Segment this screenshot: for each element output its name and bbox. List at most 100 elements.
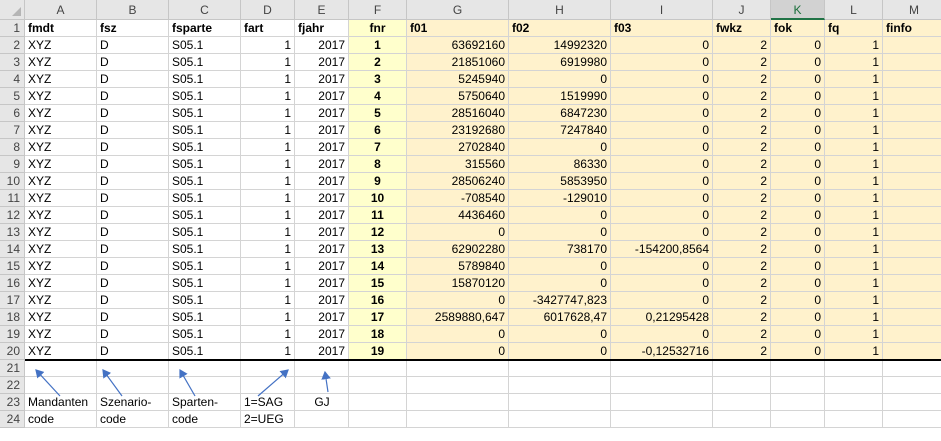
cell-d16[interactable]: 1 [241, 275, 295, 292]
cell-a22[interactable] [25, 377, 97, 394]
row-header-10[interactable]: 10 [0, 173, 25, 190]
cell-g4[interactable]: 5245940 [407, 71, 509, 88]
cell-l9[interactable]: 1 [825, 156, 883, 173]
cell-c20[interactable]: S05.1 [169, 343, 241, 360]
cell-e12[interactable]: 2017 [295, 207, 349, 224]
cell-e6[interactable]: 2017 [295, 105, 349, 122]
cell-l22[interactable] [825, 377, 883, 394]
cell-g2[interactable]: 63692160 [407, 37, 509, 54]
cell-e16[interactable]: 2017 [295, 275, 349, 292]
cell-m15[interactable] [883, 258, 941, 275]
row-header-19[interactable]: 19 [0, 326, 25, 343]
cell-m24[interactable] [883, 411, 941, 428]
row-header-24[interactable]: 24 [0, 411, 25, 428]
cell-k5[interactable]: 0 [771, 88, 825, 105]
cell-a7[interactable]: XYZ [25, 122, 97, 139]
column-header-f[interactable]: F [349, 0, 407, 20]
select-all-corner[interactable] [0, 0, 25, 20]
cell-l8[interactable]: 1 [825, 139, 883, 156]
cell-k18[interactable]: 0 [771, 309, 825, 326]
cell-l19[interactable]: 1 [825, 326, 883, 343]
cell-m20[interactable] [883, 343, 941, 360]
cell-m14[interactable] [883, 241, 941, 258]
cell-b5[interactable]: D [97, 88, 169, 105]
cell-j18[interactable]: 2 [713, 309, 771, 326]
cell-f22[interactable] [349, 377, 407, 394]
cell-j15[interactable]: 2 [713, 258, 771, 275]
row-header-3[interactable]: 3 [0, 54, 25, 71]
cell-g5[interactable]: 5750640 [407, 88, 509, 105]
cell-h21[interactable] [509, 360, 611, 377]
header-cell-f01[interactable]: f01 [407, 20, 509, 37]
cell-j24[interactable] [713, 411, 771, 428]
cell-i2[interactable]: 0 [611, 37, 713, 54]
cell-c10[interactable]: S05.1 [169, 173, 241, 190]
cell-g9[interactable]: 315560 [407, 156, 509, 173]
cell-h20[interactable]: 0 [509, 343, 611, 360]
cell-j6[interactable]: 2 [713, 105, 771, 122]
cell-l13[interactable]: 1 [825, 224, 883, 241]
cell-h5[interactable]: 1519990 [509, 88, 611, 105]
cell-k11[interactable]: 0 [771, 190, 825, 207]
cell-m9[interactable] [883, 156, 941, 173]
cell-g3[interactable]: 21851060 [407, 54, 509, 71]
cell-b18[interactable]: D [97, 309, 169, 326]
cell-h14[interactable]: 738170 [509, 241, 611, 258]
row-header-17[interactable]: 17 [0, 292, 25, 309]
cell-a16[interactable]: XYZ [25, 275, 97, 292]
cell-e14[interactable]: 2017 [295, 241, 349, 258]
cell-l14[interactable]: 1 [825, 241, 883, 258]
cell-a17[interactable]: XYZ [25, 292, 97, 309]
cell-h16[interactable]: 0 [509, 275, 611, 292]
cell-h23[interactable] [509, 394, 611, 411]
cell-a15[interactable]: XYZ [25, 258, 97, 275]
column-header-j[interactable]: J [713, 0, 771, 20]
cell-h3[interactable]: 6919980 [509, 54, 611, 71]
cell-l2[interactable]: 1 [825, 37, 883, 54]
cell-c12[interactable]: S05.1 [169, 207, 241, 224]
cell-i8[interactable]: 0 [611, 139, 713, 156]
cell-d8[interactable]: 1 [241, 139, 295, 156]
row-header-18[interactable]: 18 [0, 309, 25, 326]
cell-e11[interactable]: 2017 [295, 190, 349, 207]
cell-f15[interactable]: 14 [349, 258, 407, 275]
cell-k12[interactable]: 0 [771, 207, 825, 224]
row-header-4[interactable]: 4 [0, 71, 25, 88]
cell-m19[interactable] [883, 326, 941, 343]
column-header-b[interactable]: B [97, 0, 169, 20]
cell-m2[interactable] [883, 37, 941, 54]
cell-b17[interactable]: D [97, 292, 169, 309]
cell-b3[interactable]: D [97, 54, 169, 71]
cell-l21[interactable] [825, 360, 883, 377]
cell-l24[interactable] [825, 411, 883, 428]
cell-d19[interactable]: 1 [241, 326, 295, 343]
cell-g12[interactable]: 4436460 [407, 207, 509, 224]
cell-l23[interactable] [825, 394, 883, 411]
cell-j17[interactable]: 2 [713, 292, 771, 309]
cell-g13[interactable]: 0 [407, 224, 509, 241]
cell-a8[interactable]: XYZ [25, 139, 97, 156]
cell-j20[interactable]: 2 [713, 343, 771, 360]
cell-g22[interactable] [407, 377, 509, 394]
cell-l16[interactable]: 1 [825, 275, 883, 292]
cell-m12[interactable] [883, 207, 941, 224]
cell-f12[interactable]: 11 [349, 207, 407, 224]
cell-l3[interactable]: 1 [825, 54, 883, 71]
cell-k6[interactable]: 0 [771, 105, 825, 122]
cell-f13[interactable]: 12 [349, 224, 407, 241]
cell-b2[interactable]: D [97, 37, 169, 54]
cell-a21[interactable] [25, 360, 97, 377]
cell-i15[interactable]: 0 [611, 258, 713, 275]
cell-g19[interactable]: 0 [407, 326, 509, 343]
column-header-m[interactable]: M [883, 0, 941, 20]
column-header-d[interactable]: D [241, 0, 295, 20]
cell-b6[interactable]: D [97, 105, 169, 122]
cell-f17[interactable]: 16 [349, 292, 407, 309]
cell-m13[interactable] [883, 224, 941, 241]
cell-l6[interactable]: 1 [825, 105, 883, 122]
cell-a14[interactable]: XYZ [25, 241, 97, 258]
cell-l20[interactable]: 1 [825, 343, 883, 360]
cell-b9[interactable]: D [97, 156, 169, 173]
cell-m17[interactable] [883, 292, 941, 309]
cell-i20[interactable]: -0,12532716 [611, 343, 713, 360]
